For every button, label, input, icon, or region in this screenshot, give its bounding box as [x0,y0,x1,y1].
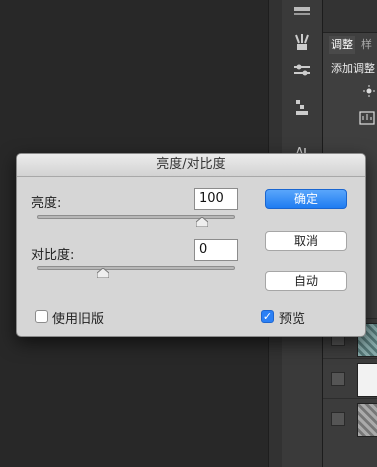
layer-thumbnail [357,363,377,397]
ok-button[interactable]: 确定 [265,189,347,209]
levels-icon[interactable] [359,110,375,125]
dialog-title: 亮度/对比度 [17,154,365,177]
brightness-icon[interactable] [363,82,375,97]
brushes-icon[interactable] [292,32,312,52]
preview-label: 预览 [279,312,306,327]
preview-checkbox[interactable]: ✓ [261,310,274,323]
add-adjustment-heading: 添加调整 [331,62,375,75]
brightness-contrast-dialog: 亮度/对比度 亮度: 100 对比度: 0 确定 取消 自动 使用旧版 ✓ 预览 [16,153,366,337]
contrast-label: 对比度: [31,248,75,263]
use-legacy-label: 使用旧版 [52,312,105,327]
contrast-input[interactable]: 0 [194,239,238,261]
tab-adjustments[interactable]: 调整 [329,36,355,54]
contrast-slider-track[interactable] [37,266,235,270]
tab-styles[interactable]: 样 [361,36,372,54]
auto-button[interactable]: 自动 [265,271,347,291]
checkmark-icon: ✓ [262,310,273,323]
brush-settings-icon[interactable] [292,60,312,80]
clone-source-icon[interactable] [292,98,312,118]
layer-row[interactable] [323,398,377,439]
layer-thumbnail [357,403,377,437]
brightness-input[interactable]: 100 [194,188,238,210]
cancel-button[interactable]: 取消 [265,231,347,251]
brightness-label: 亮度: [31,196,62,211]
layer-visibility-toggle[interactable] [331,372,345,386]
history-icon[interactable] [292,2,312,22]
panel-header-area [323,0,377,33]
layers-panel [323,318,377,467]
layer-row[interactable] [323,358,377,399]
layer-visibility-toggle[interactable] [331,412,345,426]
use-legacy-checkbox[interactable] [35,310,48,323]
